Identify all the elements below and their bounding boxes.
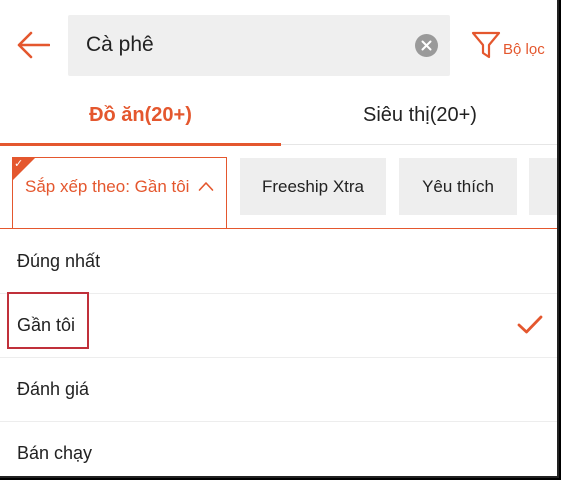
sort-dropdown-chip[interactable]: ✓ Sắp xếp theo: Gần tôi (12, 157, 227, 229)
category-tabs: Đồ ăn(20+) Siêu thị(20+) (0, 85, 557, 146)
clear-search-button[interactable] (415, 34, 438, 57)
tab-food[interactable]: Đồ ăn(20+) (0, 85, 281, 146)
search-box[interactable]: Cà phê (68, 15, 450, 76)
back-button[interactable] (14, 28, 52, 62)
chevron-up-icon (198, 182, 214, 191)
app-frame: Cà phê Bộ lọc Đồ ăn(20+) Siêu thị(20+) ✓… (0, 0, 559, 478)
more-chip[interactable] (529, 158, 557, 215)
favorite-chip[interactable]: Yêu thích (399, 158, 517, 215)
sort-option-nearest[interactable]: Gần tôi (0, 293, 557, 357)
sort-option-best-match[interactable]: Đúng nhất (0, 229, 557, 293)
filter-chips: ✓ Sắp xếp theo: Gần tôi Freeship Xtra Yê… (0, 157, 557, 230)
sort-option-label: Bán chạy (17, 443, 93, 463)
selected-check-icon: ✓ (14, 158, 24, 170)
sort-option-label: Đúng nhất (17, 250, 101, 271)
sort-option-label: Gần tôi (17, 315, 76, 335)
funnel-icon (471, 31, 501, 59)
search-input[interactable]: Cà phê (86, 33, 154, 57)
sort-options-list: Đúng nhất Gần tôi Đánh giá Bán chạy (0, 228, 557, 476)
sort-option-best-selling[interactable]: Bán chạy (0, 421, 557, 476)
clear-circle-icon (421, 40, 432, 51)
filter-button[interactable]: Bộ lọc (471, 30, 545, 60)
sort-option-rating[interactable]: Đánh giá (0, 357, 557, 421)
sort-chip-label: Sắp xếp theo: Gần tôi (25, 177, 190, 196)
freeship-xtra-chip[interactable]: Freeship Xtra (240, 158, 386, 215)
arrow-left-icon (17, 31, 50, 59)
filter-label: Bộ lọc (503, 40, 545, 58)
sort-option-label: Đánh giá (17, 379, 90, 399)
tab-supermarket[interactable]: Siêu thị(20+) (281, 85, 557, 145)
checkmark-icon (517, 315, 543, 334)
